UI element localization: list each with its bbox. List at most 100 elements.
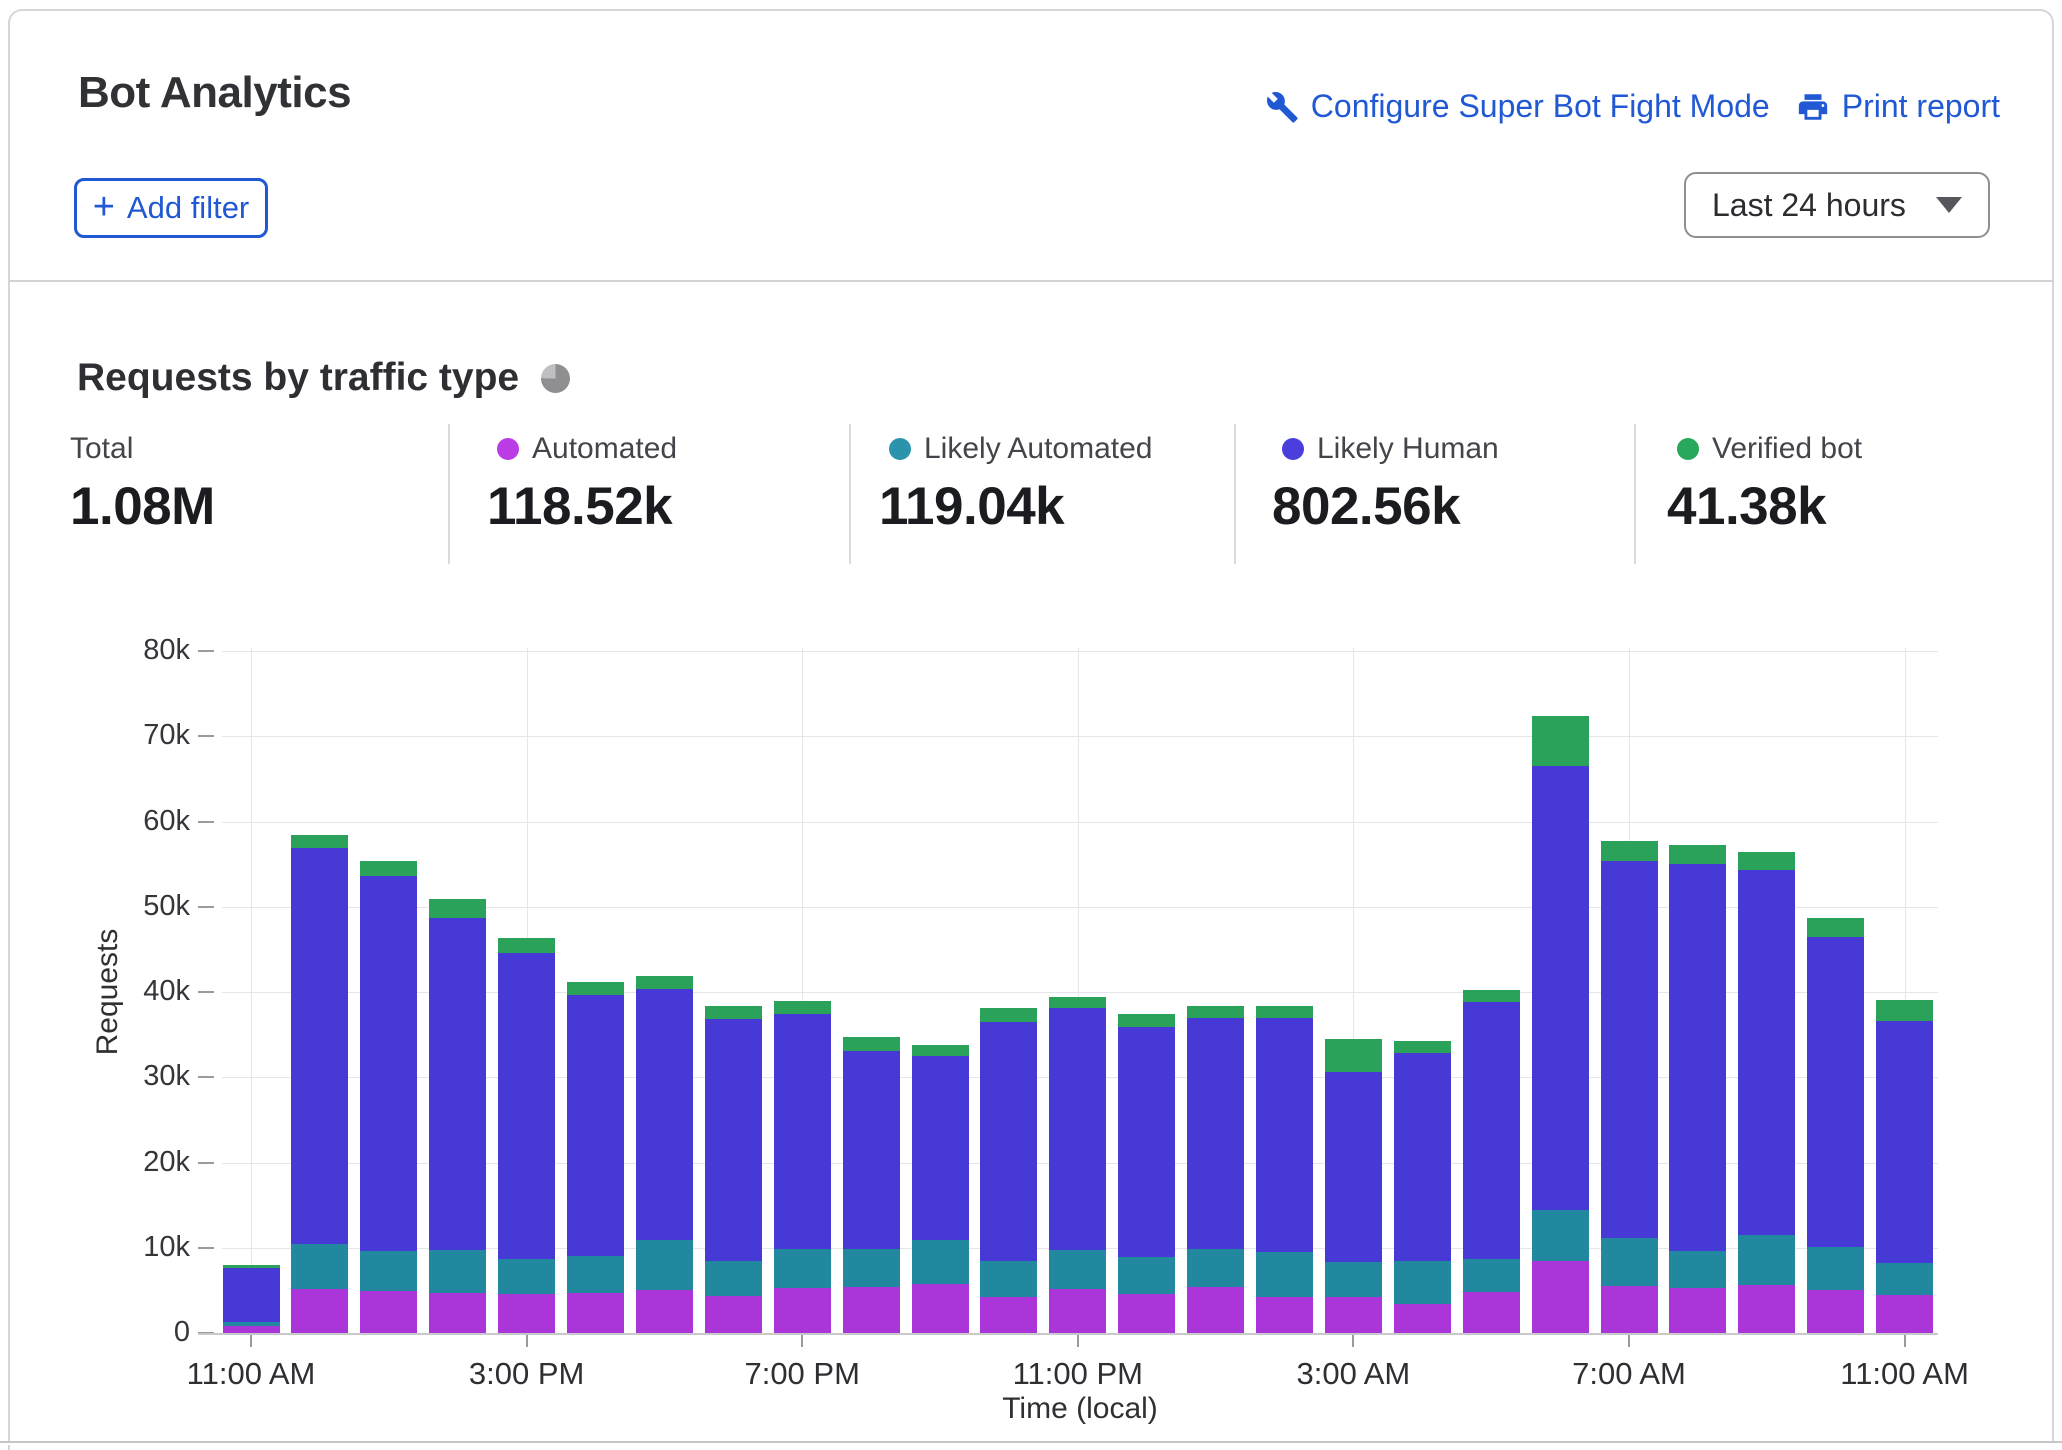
bar-segment-likely-automated[interactable] — [1118, 1257, 1176, 1294]
bar-segment-likely-human[interactable] — [1324, 1072, 1382, 1263]
bar-segment-likely-human[interactable] — [222, 1268, 280, 1322]
bar-segment-verified-bot[interactable] — [1118, 1014, 1176, 1027]
bar-segment-likely-automated[interactable] — [1324, 1262, 1382, 1298]
bar-segment-likely-human[interactable] — [1600, 860, 1658, 1239]
bar-segment-verified-bot[interactable] — [222, 1264, 280, 1269]
bar-segment-automated[interactable] — [635, 1289, 693, 1333]
bar-segment-likely-human[interactable] — [704, 1019, 762, 1262]
bar-segment-verified-bot[interactable] — [1393, 1040, 1451, 1053]
bar-segment-automated[interactable] — [842, 1286, 900, 1333]
bar-segment-likely-automated[interactable] — [635, 1240, 693, 1290]
bar-segment-verified-bot[interactable] — [1256, 1006, 1313, 1018]
configure-super-bot-fight-mode-link[interactable]: Configure Super Bot Fight Mode — [1265, 88, 1770, 125]
bar-segment-likely-human[interactable] — [1462, 1002, 1520, 1259]
bar-segment-verified-bot[interactable] — [291, 835, 349, 848]
bar-segment-automated[interactable] — [1187, 1286, 1245, 1333]
bar-segment-automated[interactable] — [1600, 1286, 1658, 1333]
bar-segment-verified-bot[interactable] — [635, 975, 693, 989]
time-range-select[interactable]: Last 24 hours — [1684, 172, 1990, 238]
bar-segment-verified-bot[interactable] — [773, 1000, 831, 1015]
bar-segment-likely-automated[interactable] — [1187, 1249, 1245, 1287]
bar-segment-verified-bot[interactable] — [360, 860, 418, 877]
stat-likely-automated[interactable]: Likely Automated 119.04k — [879, 432, 1152, 537]
bar-segment-likely-automated[interactable] — [1462, 1258, 1520, 1293]
bar-segment-automated[interactable] — [1324, 1297, 1382, 1333]
bar-segment-likely-human[interactable] — [842, 1050, 900, 1249]
bar-segment-verified-bot[interactable] — [429, 899, 487, 918]
bar-segment-likely-automated[interactable] — [567, 1256, 624, 1293]
bar-segment-automated[interactable] — [567, 1292, 624, 1333]
bar-segment-likely-human[interactable] — [1187, 1018, 1245, 1250]
bar-segment-automated[interactable] — [1393, 1304, 1451, 1333]
bar-segment-likely-human[interactable] — [911, 1055, 969, 1241]
stat-automated[interactable]: Automated 118.52k — [487, 432, 677, 537]
bar-segment-likely-human[interactable] — [635, 988, 693, 1241]
bar-segment-verified-bot[interactable] — [1738, 852, 1796, 871]
bar-segment-verified-bot[interactable] — [1324, 1038, 1382, 1073]
print-report-link[interactable]: Print report — [1796, 88, 2000, 125]
bar-segment-verified-bot[interactable] — [1600, 841, 1658, 861]
bar-segment-likely-automated[interactable] — [1669, 1251, 1727, 1288]
bar-segment-automated[interactable] — [1256, 1297, 1313, 1333]
bar-segment-likely-human[interactable] — [1738, 870, 1796, 1235]
bar-segment-likely-human[interactable] — [1049, 1008, 1107, 1251]
bar-segment-verified-bot[interactable] — [842, 1037, 900, 1051]
bar-segment-verified-bot[interactable] — [498, 938, 556, 953]
stat-verified-bot[interactable]: Verified bot 41.38k — [1667, 432, 1862, 537]
bar-segment-verified-bot[interactable] — [704, 1006, 762, 1020]
bar-segment-likely-automated[interactable] — [1738, 1234, 1796, 1286]
bar-segment-likely-automated[interactable] — [429, 1250, 487, 1293]
bar-segment-likely-automated[interactable] — [498, 1258, 556, 1294]
bar-segment-automated[interactable] — [222, 1326, 280, 1333]
bar-segment-likely-automated[interactable] — [911, 1240, 969, 1285]
bar-segment-likely-human[interactable] — [1807, 937, 1865, 1247]
bar-segment-likely-human[interactable] — [567, 995, 624, 1257]
bar-segment-verified-bot[interactable] — [980, 1008, 1038, 1022]
bar-segment-likely-human[interactable] — [980, 1021, 1038, 1261]
bar-segment-likely-automated[interactable] — [704, 1261, 762, 1297]
bar-segment-likely-human[interactable] — [773, 1014, 831, 1250]
stat-likely-human[interactable]: Likely Human 802.56k — [1272, 432, 1499, 537]
bar-segment-likely-human[interactable] — [360, 876, 418, 1252]
bar-segment-likely-automated[interactable] — [1531, 1210, 1589, 1262]
bar-segment-likely-automated[interactable] — [1876, 1263, 1934, 1295]
bar-segment-automated[interactable] — [773, 1287, 831, 1333]
bar-segment-verified-bot[interactable] — [567, 981, 624, 996]
bar-segment-verified-bot[interactable] — [1669, 844, 1727, 865]
add-filter-button[interactable]: + Add filter — [74, 178, 268, 238]
bar-segment-likely-human[interactable] — [1256, 1017, 1313, 1252]
bar-segment-likely-automated[interactable] — [1807, 1246, 1865, 1290]
bar-segment-verified-bot[interactable] — [1531, 715, 1589, 767]
bar-segment-likely-automated[interactable] — [1049, 1250, 1107, 1289]
bar-segment-automated[interactable] — [429, 1292, 487, 1333]
bar-segment-verified-bot[interactable] — [1462, 990, 1520, 1003]
bar-segment-likely-human[interactable] — [429, 917, 487, 1251]
bar-segment-verified-bot[interactable] — [1049, 997, 1107, 1009]
bar-segment-automated[interactable] — [1876, 1294, 1934, 1333]
bar-segment-automated[interactable] — [498, 1293, 556, 1333]
bar-segment-likely-human[interactable] — [1118, 1026, 1176, 1258]
bar-segment-verified-bot[interactable] — [911, 1044, 969, 1056]
bar-segment-likely-automated[interactable] — [222, 1321, 280, 1327]
bar-segment-automated[interactable] — [1049, 1288, 1107, 1333]
bar-segment-likely-automated[interactable] — [980, 1260, 1038, 1298]
bar-segment-likely-automated[interactable] — [773, 1249, 831, 1288]
bar-segment-likely-human[interactable] — [1393, 1052, 1451, 1262]
bar-segment-likely-automated[interactable] — [1600, 1238, 1658, 1287]
bar-segment-verified-bot[interactable] — [1187, 1006, 1245, 1019]
bar-segment-automated[interactable] — [704, 1296, 762, 1333]
bar-segment-automated[interactable] — [911, 1284, 969, 1333]
bar-segment-automated[interactable] — [1738, 1285, 1796, 1333]
bar-segment-likely-automated[interactable] — [291, 1244, 349, 1289]
bar-segment-verified-bot[interactable] — [1876, 999, 1934, 1021]
bar-segment-automated[interactable] — [980, 1297, 1038, 1333]
bar-segment-likely-human[interactable] — [291, 847, 349, 1245]
bar-segment-likely-human[interactable] — [1669, 864, 1727, 1252]
bar-segment-likely-human[interactable] — [498, 952, 556, 1259]
bar-segment-likely-human[interactable] — [1876, 1020, 1934, 1264]
bar-segment-verified-bot[interactable] — [1807, 917, 1865, 938]
bar-segment-likely-automated[interactable] — [842, 1248, 900, 1287]
bar-segment-automated[interactable] — [360, 1291, 418, 1333]
bar-segment-automated[interactable] — [1462, 1292, 1520, 1333]
bar-segment-likely-automated[interactable] — [360, 1251, 418, 1292]
